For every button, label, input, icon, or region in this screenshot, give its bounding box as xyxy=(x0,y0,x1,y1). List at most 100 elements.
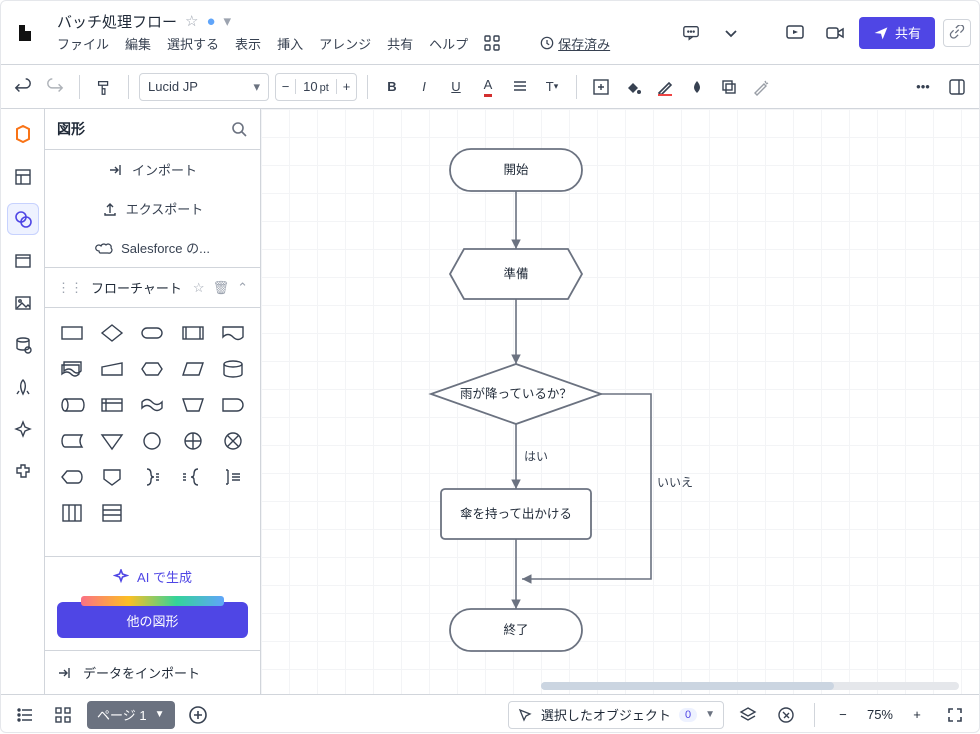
add-page-button[interactable] xyxy=(185,702,211,728)
shape-delay[interactable] xyxy=(218,392,248,418)
fill-bucket-button[interactable] xyxy=(619,73,647,101)
shape-manual-op[interactable] xyxy=(178,392,208,418)
page-tab[interactable]: ページ 1 ▼ xyxy=(87,701,175,729)
effects-button[interactable] xyxy=(715,73,743,101)
align-button[interactable] xyxy=(506,73,534,101)
shape-or[interactable] xyxy=(178,428,208,454)
shape-note[interactable] xyxy=(218,464,248,490)
rail-item-plugins[interactable] xyxy=(7,455,39,487)
apps-icon[interactable] xyxy=(484,35,500,51)
opacity-button[interactable] xyxy=(683,73,711,101)
rail-item-containers[interactable] xyxy=(7,245,39,277)
more-shapes-button[interactable]: 他の図形 xyxy=(57,602,248,638)
shape-internal-storage[interactable] xyxy=(97,392,127,418)
title-caret-icon[interactable]: ▾ xyxy=(224,12,232,30)
underline-button[interactable]: U xyxy=(442,73,470,101)
zoom-in-button[interactable]: + xyxy=(903,701,931,729)
shape-database[interactable] xyxy=(218,356,248,382)
side-export[interactable]: エクスポート xyxy=(45,189,260,228)
chevron-down-icon[interactable] xyxy=(715,17,747,49)
menu-help[interactable]: ヘルプ xyxy=(429,34,468,53)
video-icon[interactable] xyxy=(819,17,851,49)
shape-data[interactable] xyxy=(178,356,208,382)
rail-item-ai[interactable] xyxy=(7,413,39,445)
rail-item-home[interactable] xyxy=(7,119,39,151)
shape-display[interactable] xyxy=(57,464,87,490)
shape-connector[interactable] xyxy=(137,428,167,454)
undo-button[interactable] xyxy=(9,73,37,101)
link-icon[interactable] xyxy=(943,19,971,47)
comment-icon[interactable] xyxy=(675,17,707,49)
shape-brace-left[interactable] xyxy=(178,464,208,490)
zoom-out-button[interactable]: − xyxy=(829,701,857,729)
font-select[interactable]: Lucid JP ▾ xyxy=(139,73,269,101)
list-view-icon[interactable] xyxy=(11,701,39,729)
shape-manual-input[interactable] xyxy=(97,356,127,382)
section-delete-icon[interactable]: 🗑 xyxy=(213,280,230,296)
rail-item-images[interactable] xyxy=(7,287,39,319)
grid-view-icon[interactable] xyxy=(49,701,77,729)
text-color-button[interactable]: A xyxy=(474,73,502,101)
menu-edit[interactable]: 編集 xyxy=(125,34,151,53)
shape-offpage[interactable] xyxy=(97,464,127,490)
app-logo[interactable] xyxy=(1,1,49,64)
shape-brace-right[interactable] xyxy=(137,464,167,490)
shape-swimlane-v[interactable] xyxy=(57,500,87,526)
font-size-value[interactable]: 10pt xyxy=(296,79,336,94)
selected-objects[interactable]: 選択したオブジェクト 0 ▼ xyxy=(508,701,724,729)
zoom-level[interactable]: 75% xyxy=(867,707,893,722)
shape-terminator[interactable] xyxy=(137,320,167,346)
present-icon[interactable] xyxy=(779,17,811,49)
section-flowchart[interactable]: ⋮⋮ フローチャート ☆ 🗑 ⌃ xyxy=(45,267,260,308)
canvas[interactable]: はいいいえ開始準備雨が降っているか？傘を持って出かける終了 xyxy=(261,109,979,694)
fullscreen-icon[interactable] xyxy=(941,701,969,729)
shape-swimlane-h[interactable] xyxy=(97,500,127,526)
line-color-button[interactable] xyxy=(651,73,679,101)
menu-share[interactable]: 共有 xyxy=(387,34,413,53)
font-size-increase[interactable]: + xyxy=(336,79,356,94)
import-data-button[interactable]: データをインポート xyxy=(45,650,260,694)
rail-item-launch[interactable] xyxy=(7,371,39,403)
rail-item-data[interactable] xyxy=(7,329,39,361)
star-icon[interactable]: ☆ xyxy=(185,12,198,30)
text-options-button[interactable]: T▾ xyxy=(538,73,566,101)
share-button[interactable]: 共有 xyxy=(859,17,935,49)
menu-arrange[interactable]: アレンジ xyxy=(319,34,371,53)
font-size-stepper[interactable]: − 10pt + xyxy=(275,73,357,101)
rail-item-layout[interactable] xyxy=(7,161,39,193)
more-icon[interactable]: ••• xyxy=(909,73,937,101)
bold-button[interactable]: B xyxy=(378,73,406,101)
shape-decision[interactable] xyxy=(97,320,127,346)
shape-merge[interactable] xyxy=(97,428,127,454)
menu-insert[interactable]: 挿入 xyxy=(277,34,303,53)
doc-title[interactable]: バッチ処理フロー xyxy=(57,11,177,32)
layers-icon[interactable] xyxy=(734,701,762,729)
shape-direct-data[interactable] xyxy=(57,392,87,418)
shape-fill-button[interactable] xyxy=(587,73,615,101)
ai-generate-button[interactable]: AI で生成 xyxy=(45,556,260,596)
shape-predefined[interactable] xyxy=(178,320,208,346)
h-scrollbar[interactable] xyxy=(541,682,959,690)
menu-select[interactable]: 選択する xyxy=(167,34,219,53)
rail-item-shapes[interactable] xyxy=(7,203,39,235)
accessibility-icon[interactable] xyxy=(772,701,800,729)
search-icon[interactable] xyxy=(230,120,248,138)
shape-multidoc[interactable] xyxy=(57,356,87,382)
redo-button[interactable] xyxy=(41,73,69,101)
save-status[interactable]: 保存済み xyxy=(540,34,610,53)
section-star-icon[interactable]: ☆ xyxy=(193,280,205,296)
shape-preparation[interactable] xyxy=(137,356,167,382)
side-import[interactable]: インポート xyxy=(45,150,260,189)
shape-stored-data[interactable] xyxy=(57,428,87,454)
format-painter-button[interactable] xyxy=(90,73,118,101)
font-size-decrease[interactable]: − xyxy=(276,79,296,94)
magic-button[interactable] xyxy=(747,73,775,101)
italic-button[interactable]: I xyxy=(410,73,438,101)
panel-toggle-icon[interactable] xyxy=(943,73,971,101)
section-collapse-icon[interactable]: ⌃ xyxy=(237,280,248,296)
menu-file[interactable]: ファイル xyxy=(57,34,109,53)
flow-diagram[interactable]: はいいいえ開始準備雨が降っているか？傘を持って出かける終了 xyxy=(411,119,831,679)
shape-paper-tape[interactable] xyxy=(137,392,167,418)
side-salesforce[interactable]: Salesforce の... xyxy=(45,228,260,267)
shape-process[interactable] xyxy=(57,320,87,346)
